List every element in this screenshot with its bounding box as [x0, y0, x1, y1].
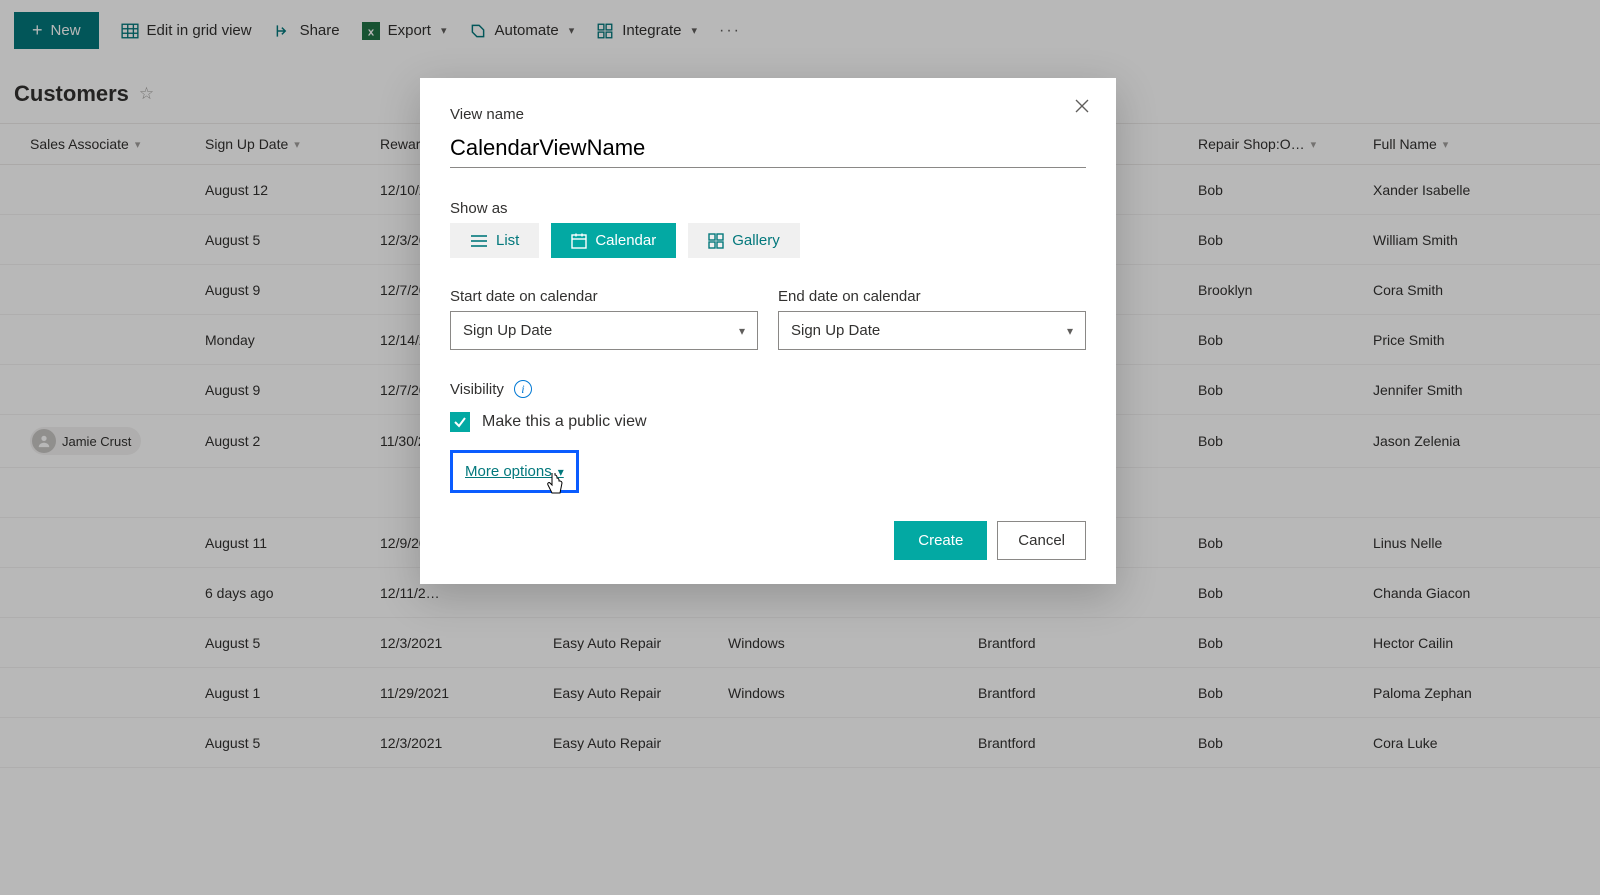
- show-as-list-button[interactable]: List: [450, 223, 539, 258]
- create-button[interactable]: Create: [894, 521, 987, 560]
- create-view-dialog: View name Show as List Calendar Gallery …: [420, 78, 1116, 584]
- end-date-label: End date on calendar: [778, 288, 1086, 305]
- public-view-checkbox[interactable]: [450, 412, 470, 432]
- end-date-select[interactable]: Sign Up Date ▾: [778, 311, 1086, 350]
- start-date-label: Start date on calendar: [450, 288, 758, 305]
- show-as-label: Show as: [450, 200, 1086, 217]
- start-date-select[interactable]: Sign Up Date ▾: [450, 311, 758, 350]
- list-icon: [470, 234, 488, 248]
- cancel-button[interactable]: Cancel: [997, 521, 1086, 560]
- view-name-input[interactable]: [450, 129, 1086, 168]
- view-name-label: View name: [450, 106, 1086, 123]
- more-options-highlight: More options ▾: [450, 450, 579, 493]
- calendar-icon: [571, 233, 587, 249]
- chevron-down-icon: ▾: [739, 324, 745, 338]
- gallery-icon: [708, 233, 724, 249]
- show-as-gallery-button[interactable]: Gallery: [688, 223, 800, 258]
- public-view-label: Make this a public view: [482, 413, 647, 431]
- more-options-button[interactable]: More options ▾: [465, 463, 564, 480]
- info-icon[interactable]: i: [514, 380, 532, 398]
- chevron-down-icon: ▾: [558, 465, 564, 479]
- show-as-calendar-button[interactable]: Calendar: [551, 223, 676, 258]
- close-button[interactable]: [1066, 92, 1098, 124]
- visibility-label: Visibility: [450, 381, 504, 398]
- chevron-down-icon: ▾: [1067, 324, 1073, 338]
